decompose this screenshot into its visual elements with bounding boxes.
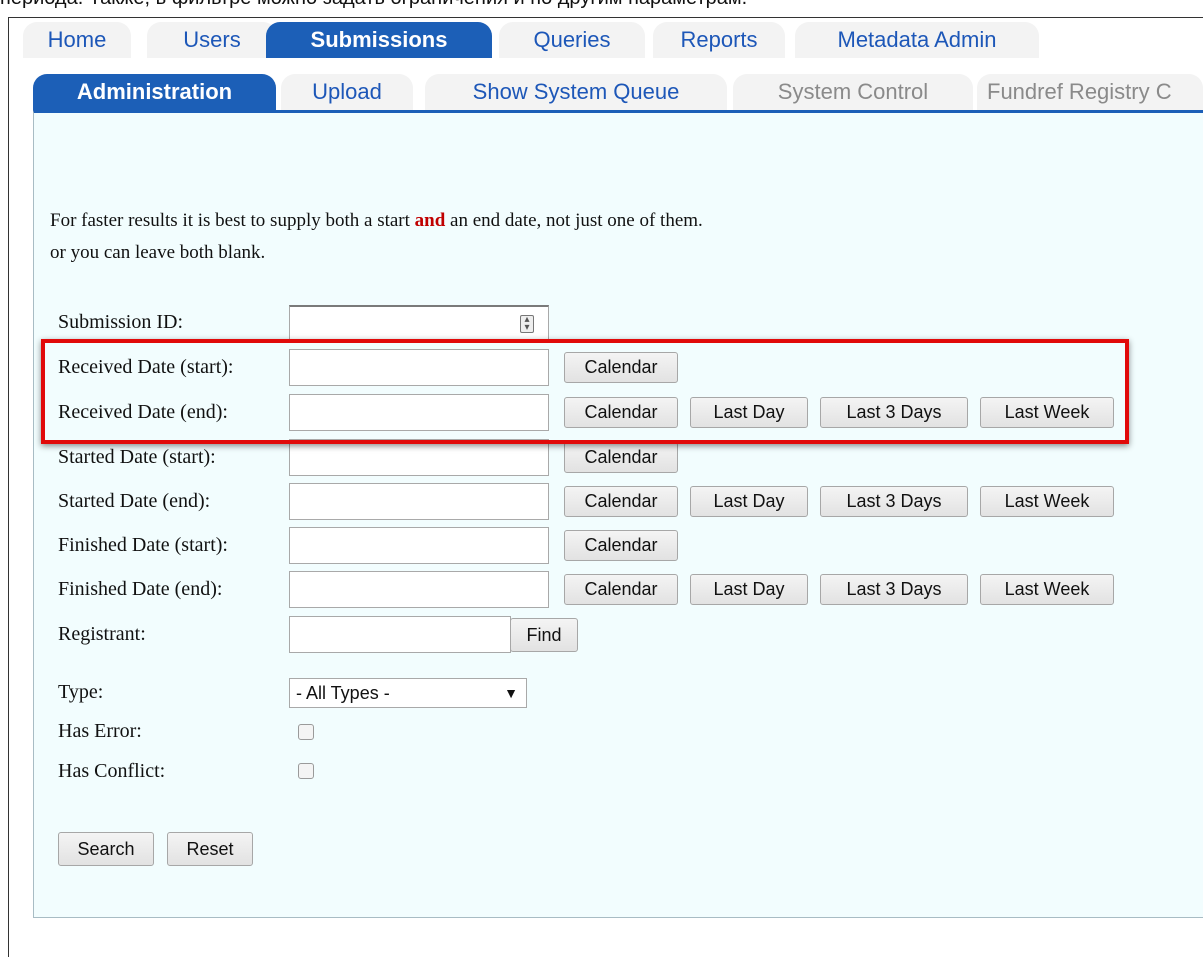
started-last-day-button[interactable]: Last Day [690,486,808,517]
finished-end-label: Finished Date (end): [58,578,223,600]
main-tab-bar: Home Users Submissions Queries Reports M… [23,22,1203,58]
hint-line-2: or you can leave both blank. [50,242,266,263]
type-selected-value: - All Types - [296,683,390,703]
has-error-label: Has Error: [58,720,142,742]
sub-tab-bar: Administration Upload Show System Queue … [33,74,1203,110]
reset-button[interactable]: Reset [167,832,253,866]
submission-id-label: Submission ID: [58,311,184,333]
subtab-show-system-queue[interactable]: Show System Queue [425,74,727,110]
started-start-label: Started Date (start): [58,446,216,468]
finished-last-day-button[interactable]: Last Day [690,574,808,605]
has-conflict-label: Has Conflict: [58,760,166,782]
type-select[interactable]: - All Types - ▼ [289,678,527,708]
hint-emphasis: and [414,210,446,231]
finished-last-3-days-button[interactable]: Last 3 Days [820,574,968,605]
started-start-input[interactable] [289,439,549,476]
started-end-calendar-button[interactable]: Calendar [564,486,678,517]
registrant-input[interactable] [289,616,511,653]
has-conflict-checkbox[interactable] [298,763,314,779]
tab-metadata-admin[interactable]: Metadata Admin [795,22,1039,58]
registrant-label: Registrant: [58,623,146,645]
started-last-week-button[interactable]: Last Week [980,486,1114,517]
finished-end-input[interactable] [289,571,549,608]
subtab-system-control: System Control [733,74,973,110]
started-end-input[interactable] [289,483,549,520]
finished-start-label: Finished Date (start): [58,534,228,556]
tab-submissions[interactable]: Submissions [266,22,492,58]
chevron-down-icon: ▼ [504,685,518,701]
search-button[interactable]: Search [58,832,154,866]
started-last-3-days-button[interactable]: Last 3 Days [820,486,968,517]
tab-queries[interactable]: Queries [499,22,645,58]
hint-text-b: an end date, not just one of them. [445,210,703,231]
tab-reports[interactable]: Reports [653,22,785,58]
tab-users[interactable]: Users [147,22,277,58]
has-error-checkbox[interactable] [298,724,314,740]
page-caption: периода. Также, в фильтре можно задать о… [0,0,1203,17]
spinner-icon[interactable]: ▴ ▾ [520,315,534,333]
subtab-fundref-registry: Fundref Registry C [977,74,1203,110]
finished-start-input[interactable] [289,527,549,564]
finished-end-calendar-button[interactable]: Calendar [564,574,678,605]
subtab-administration[interactable]: Administration [33,74,276,110]
finished-last-week-button[interactable]: Last Week [980,574,1114,605]
find-button[interactable]: Find [510,618,578,652]
tab-home[interactable]: Home [23,22,131,58]
finished-start-calendar-button[interactable]: Calendar [564,530,678,561]
highlight-annotation-box [41,339,1129,444]
hint-line-1: For faster results it is best to supply … [50,205,703,237]
date-hint-text: For faster results it is best to supply … [50,205,703,269]
started-start-calendar-button[interactable]: Calendar [564,442,678,473]
subtab-upload[interactable]: Upload [281,74,413,110]
submission-id-input[interactable]: ▴ ▾ [289,305,549,342]
hint-text-a: For faster results it is best to supply … [50,210,415,231]
started-end-label: Started Date (end): [58,490,211,512]
type-label: Type: [58,681,104,703]
